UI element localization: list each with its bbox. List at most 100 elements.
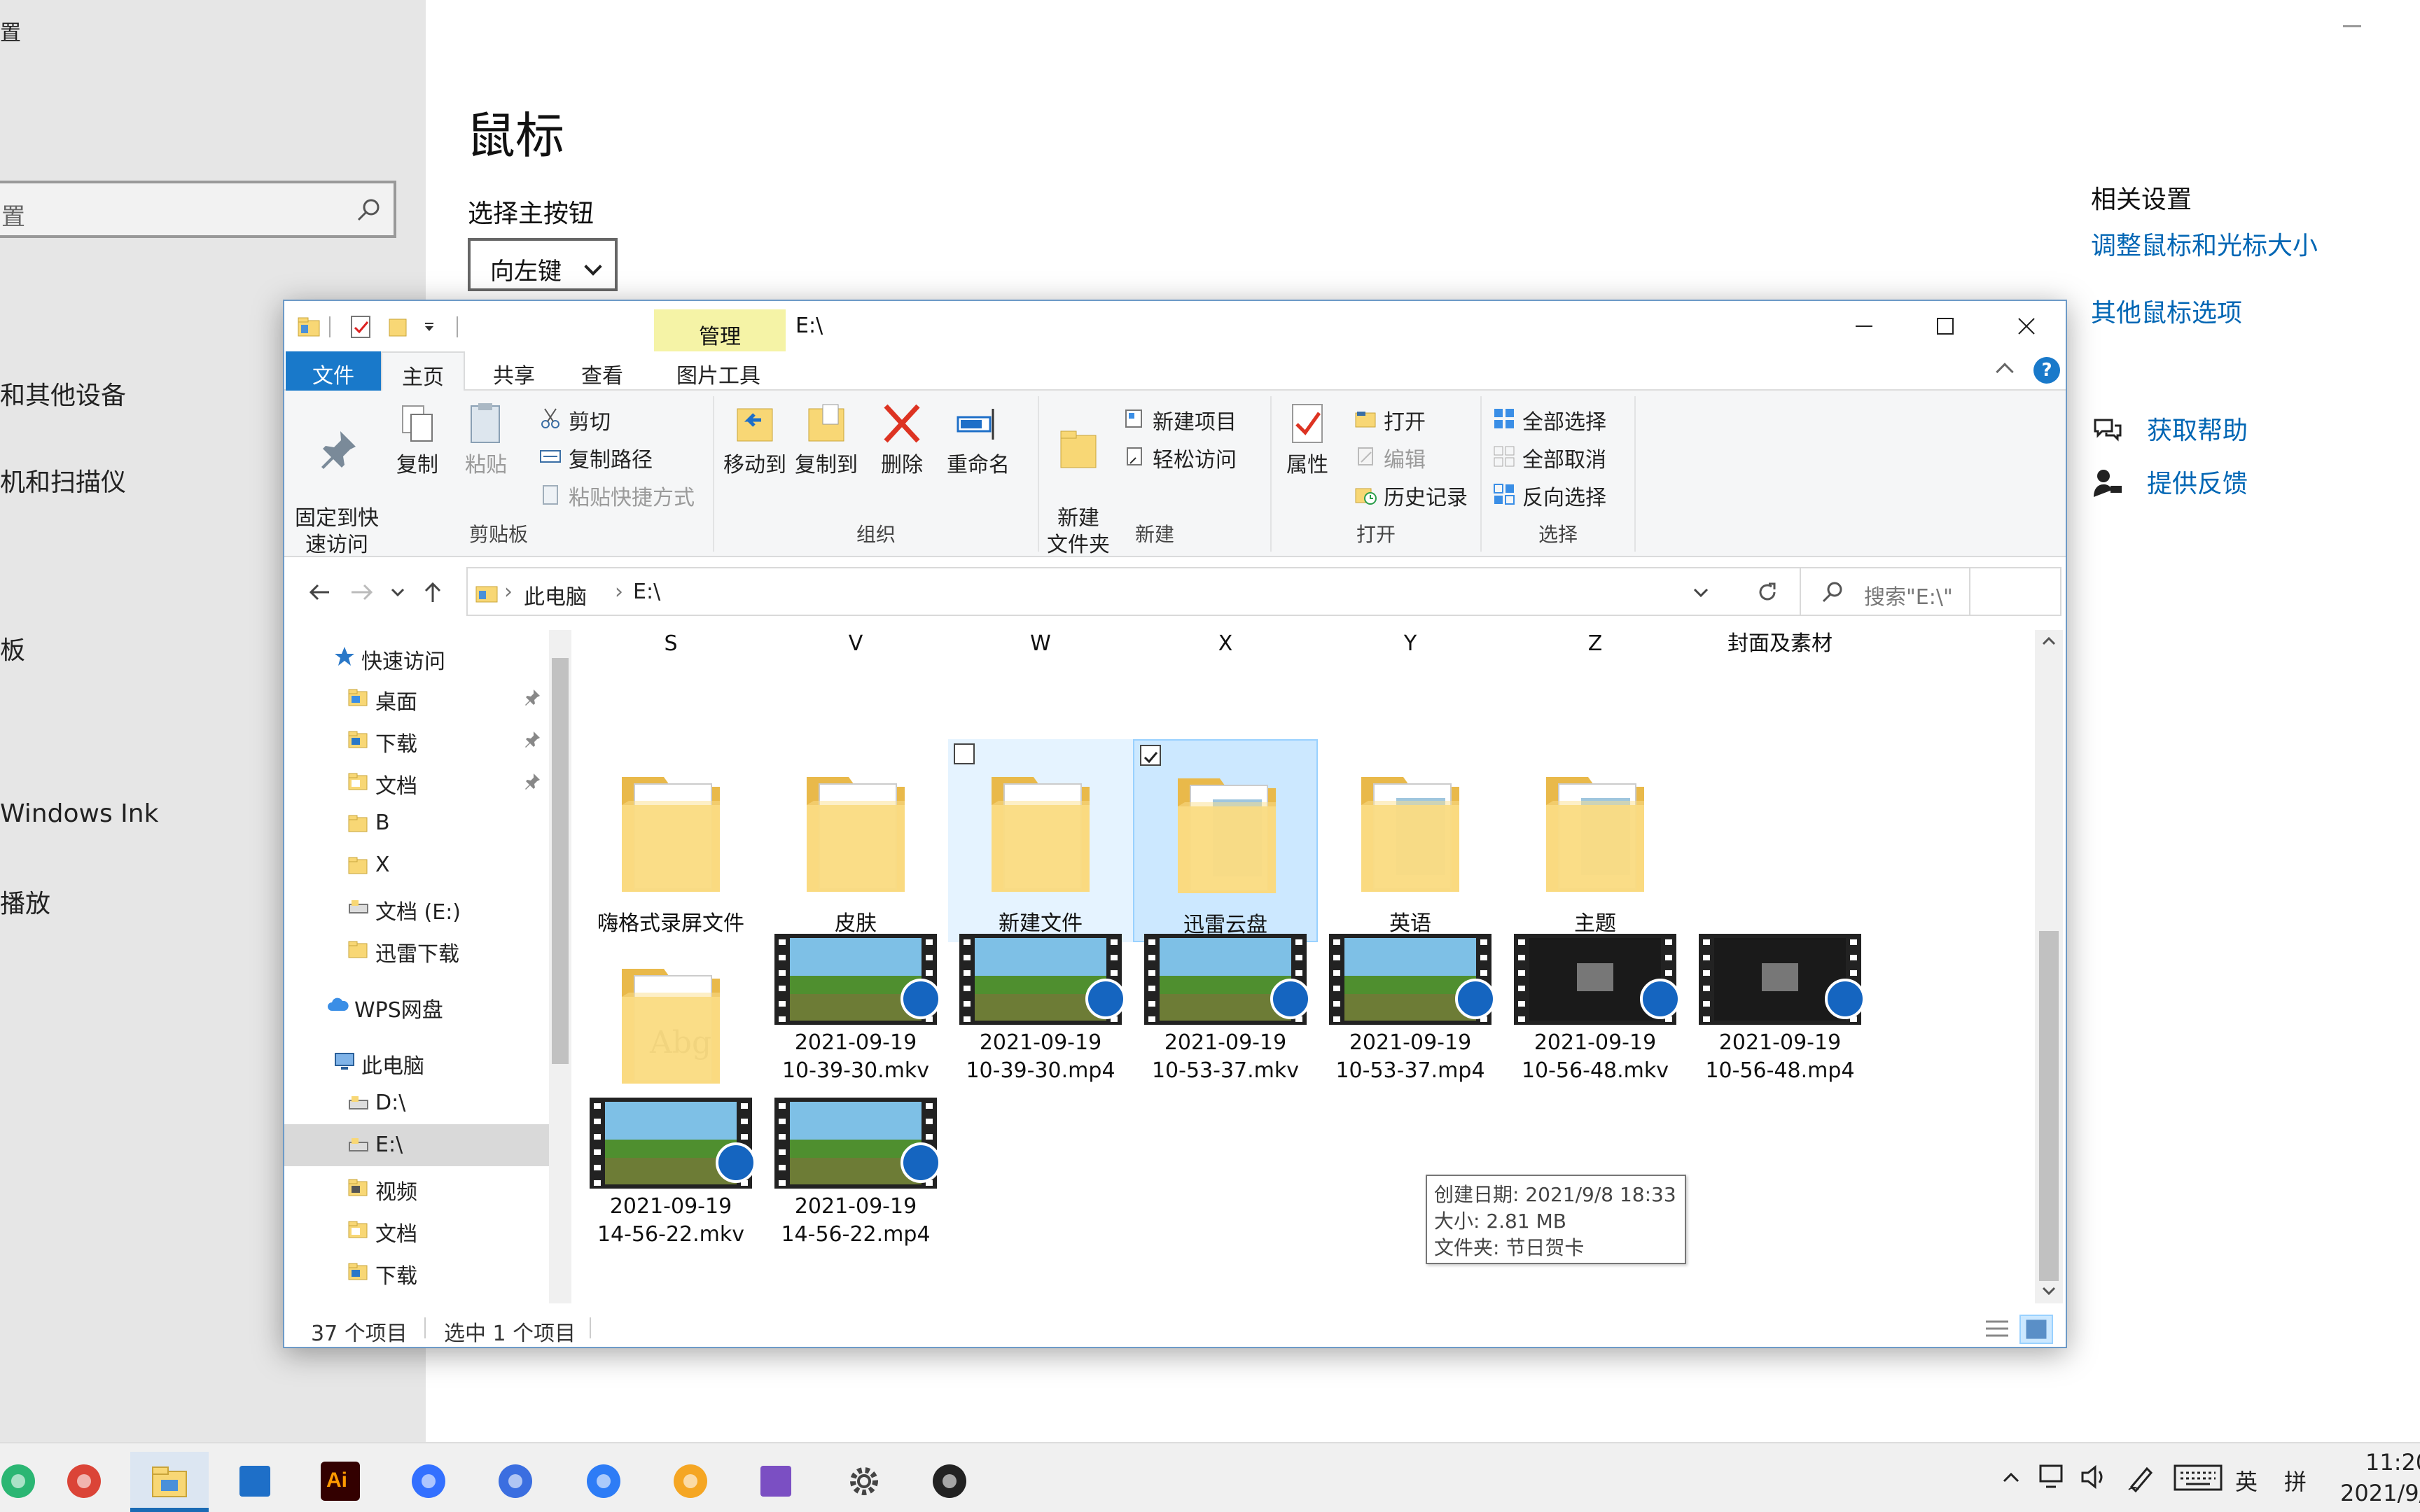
folder-item[interactable]: 迅雷云盘 (1133, 739, 1318, 942)
ime-indicator[interactable]: 拼 (2284, 1464, 2307, 1497)
rename-button[interactable]: 重命名 (940, 399, 1017, 479)
edit-button[interactable]: 编辑 (1354, 441, 1473, 473)
video-file-item[interactable]: 2021-09-19 10-39-30.mkv (763, 931, 948, 1086)
settings-minimize-button[interactable] (2343, 25, 2361, 27)
details-view-icon[interactable] (1980, 1315, 2014, 1344)
folder-item[interactable]: V (763, 630, 948, 749)
folder-item[interactable]: 新建文件 (948, 739, 1133, 942)
forward-arrow-icon[interactable] (342, 573, 381, 612)
taskbar-app-button[interactable] (825, 1452, 903, 1512)
ribbon-collapse-chevron-icon[interactable] (1996, 363, 2014, 381)
taskbar-app-button[interactable] (216, 1452, 294, 1512)
video-file-item[interactable]: 2021-09-19 14-56-22.mkv (578, 1095, 763, 1250)
tray-expand-chevron-icon[interactable] (2000, 1466, 2022, 1488)
close-button[interactable] (1986, 301, 2066, 351)
pen-workspace-icon[interactable] (2126, 1462, 2157, 1492)
copy-path-button[interactable]: 复制路径 (539, 441, 693, 473)
scroll-up-icon[interactable] (2040, 634, 2057, 648)
taskbar-app-button[interactable] (564, 1452, 643, 1512)
settings-search-input[interactable]: 置 (0, 181, 396, 238)
taskbar-app-button[interactable] (45, 1452, 123, 1512)
related-link-other-mouse-options[interactable]: 其他鼠标选项 (2091, 293, 2242, 329)
paste-button[interactable]: 粘贴 (458, 399, 514, 479)
checked-checkbox-icon[interactable] (1140, 745, 1161, 766)
folder-item[interactable]: X (1133, 630, 1318, 749)
give-feedback-link[interactable]: 提供反馈 (2091, 463, 2301, 503)
cut-button[interactable]: 剪切 (539, 403, 679, 435)
quick-access-dropdown-icon[interactable] (423, 322, 437, 333)
select-none-button[interactable]: 全部取消 (1493, 441, 1633, 473)
delete-button[interactable]: 删除 (874, 399, 930, 479)
history-button[interactable]: 历史记录 (1354, 479, 1480, 511)
select-all-button[interactable]: 全部选择 (1493, 403, 1633, 435)
tab-view[interactable]: 查看 (560, 351, 644, 391)
open-button[interactable]: 打开 (1354, 403, 1473, 435)
search-input[interactable]: 搜索"E:\" (1800, 567, 2061, 616)
folder-item[interactable]: 封面及素材 (1688, 630, 1872, 749)
recent-locations-chevron-icon[interactable] (378, 573, 417, 612)
copy-button[interactable]: 复制 (389, 399, 445, 479)
nav-pane-scrollbar[interactable] (549, 630, 571, 1303)
folder-item[interactable]: Z (1503, 630, 1688, 749)
address-dropdown-chevron-icon[interactable] (1690, 584, 1711, 601)
back-arrow-icon[interactable] (301, 573, 340, 612)
maximize-button[interactable] (1905, 301, 1986, 351)
taskbar-app-button[interactable] (651, 1452, 730, 1512)
properties-button[interactable]: 属性 (1276, 399, 1339, 479)
scroll-down-icon[interactable] (2040, 1284, 2057, 1298)
minimize-button[interactable] (1823, 301, 1905, 351)
breadcrumb-e-drive[interactable]: E:\ (633, 580, 660, 604)
sidebar-item-autoplay[interactable]: 播放 (0, 883, 50, 920)
sidebar-item-bluetooth-devices[interactable]: 和其他设备 (0, 375, 126, 412)
video-file-item[interactable]: 2021-09-19 10-56-48.mkv (1503, 931, 1688, 1086)
new-item-button[interactable]: 新建项目 (1123, 403, 1270, 435)
tab-manage[interactable]: 管理 (654, 309, 786, 351)
file-list-scrollbar-thumb[interactable] (2039, 931, 2059, 1281)
taskbar-app-button[interactable] (476, 1452, 555, 1512)
tab-share[interactable]: 共享 (472, 351, 556, 391)
large-icons-view-icon[interactable] (2019, 1315, 2053, 1344)
up-arrow-icon[interactable] (413, 573, 452, 612)
video-file-item[interactable]: 2021-09-19 10-39-30.mp4 (948, 931, 1133, 1086)
checkbox-icon[interactable] (954, 743, 975, 764)
breadcrumb-this-pc[interactable]: 此电脑 (524, 580, 587, 610)
folder-item[interactable]: Y (1318, 630, 1503, 749)
refresh-button[interactable] (1738, 567, 1800, 616)
video-file-item[interactable]: 2021-09-19 10-53-37.mkv (1133, 931, 1318, 1086)
folder-item[interactable]: 主题 (1503, 739, 1688, 942)
folder-item[interactable]: W (948, 630, 1133, 749)
invert-selection-button[interactable]: 反向选择 (1493, 479, 1633, 511)
language-indicator[interactable]: 英 (2235, 1464, 2258, 1497)
nav-scrollbar-thumb[interactable] (552, 658, 569, 1064)
touch-keyboard-icon[interactable] (2174, 1464, 2223, 1491)
clock-time[interactable]: 11:20 (2365, 1449, 2420, 1476)
clock-date[interactable]: 2021/9/ (2340, 1480, 2420, 1506)
video-file-item[interactable]: 2021-09-19 14-56-22.mp4 (763, 1095, 948, 1250)
move-to-button[interactable]: 移动到 (720, 399, 790, 479)
taskbar-app-button[interactable] (130, 1452, 209, 1512)
related-link-cursor-size[interactable]: 调整鼠标和光标大小 (2091, 225, 2318, 262)
network-icon[interactable] (2038, 1463, 2068, 1491)
volume-icon[interactable] (2080, 1463, 2110, 1491)
get-help-link[interactable]: 获取帮助 (2091, 410, 2301, 449)
video-file-item[interactable]: 2021-09-19 10-53-37.mp4 (1318, 931, 1503, 1086)
new-folder-quick-icon[interactable] (388, 315, 409, 337)
sidebar-item-printers[interactable]: 机和扫描仪 (0, 462, 126, 498)
folder-item[interactable]: 皮肤 (763, 739, 948, 942)
tab-picture-tools[interactable]: 图片工具 (651, 351, 786, 391)
properties-check-icon[interactable] (349, 315, 374, 339)
folder-item[interactable]: 英语 (1318, 739, 1503, 942)
copy-to-button[interactable]: 复制到 (791, 399, 861, 479)
primary-button-dropdown[interactable]: 向左键 (468, 238, 618, 291)
taskbar-app-button[interactable] (737, 1452, 815, 1512)
sidebar-item-touchpad[interactable]: 板 (0, 630, 25, 666)
taskbar-app-button[interactable]: Ai (301, 1452, 380, 1512)
help-icon[interactable]: ? (2033, 357, 2060, 384)
paste-shortcut-button[interactable]: 粘贴快捷方式 (539, 479, 714, 511)
taskbar-app-button[interactable] (910, 1452, 989, 1512)
taskbar-app-button[interactable] (389, 1452, 468, 1512)
file-list-scrollbar[interactable] (2035, 630, 2063, 1303)
folder-item[interactable]: S (578, 630, 763, 749)
tab-file[interactable]: 文件 (286, 351, 381, 391)
video-file-item[interactable]: 2021-09-19 10-56-48.mp4 (1688, 931, 1872, 1086)
